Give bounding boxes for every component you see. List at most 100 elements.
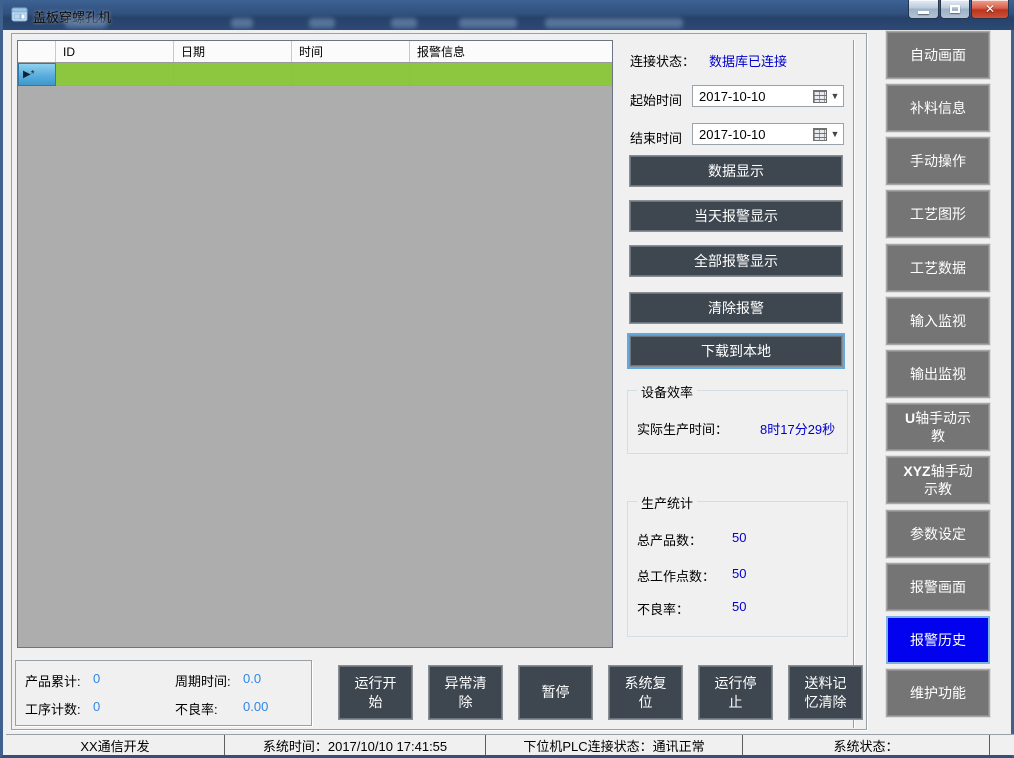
product-total-value: 0: [93, 671, 100, 686]
groupbox-title: 设备效率: [637, 382, 697, 401]
start-time-picker[interactable]: 2017-10-10 ▼: [692, 85, 844, 107]
titlebar-artifact: [545, 18, 683, 28]
end-time-picker[interactable]: 2017-10-10 ▼: [692, 123, 844, 145]
start-time-value: 2017-10-10: [699, 89, 766, 104]
status-bar: XX通信开发 系统时间：2017/10/10 17:41:55 下位机PLC连接…: [6, 734, 1014, 755]
calendar-icon: [813, 128, 827, 141]
titlebar-artifact: [459, 18, 517, 28]
nav-button-label: 输入监视: [910, 312, 966, 330]
defect-rate-label: 不良率：: [637, 599, 689, 618]
total-products-value: 50: [732, 530, 746, 545]
defect-rate-bottom-value: 0.00: [243, 699, 268, 714]
nav-button-auto-screen[interactable]: 自动画面: [886, 31, 990, 79]
app-icon: [11, 6, 28, 23]
nav-button-label: 工艺图形: [910, 205, 966, 223]
nav-button-maintenance[interactable]: 维护功能: [886, 669, 990, 717]
nav-button-parameter-setting[interactable]: 参数设定: [886, 510, 990, 558]
table-header-row: ID 日期 时间 报警信息: [18, 41, 612, 63]
nav-button-label: 自动画面: [910, 46, 966, 64]
end-time-value: 2017-10-10: [699, 127, 766, 142]
production-time-label: 实际生产时间：: [637, 419, 728, 438]
status-system-time: 系统时间：2017/10/10 17:41:55: [225, 735, 486, 755]
all-alarm-display-button[interactable]: 全部报警显示: [629, 245, 843, 277]
table-cell[interactable]: [56, 63, 174, 86]
process-count-value: 0: [93, 699, 100, 714]
today-alarm-display-button[interactable]: 当天报警显示: [629, 200, 843, 232]
nav-button-output-monitor[interactable]: 输出监视: [886, 350, 990, 398]
table-corner-cell: [18, 41, 56, 62]
maximize-icon: [950, 5, 960, 13]
nav-button-label: 输出监视: [910, 365, 966, 383]
total-products-label: 总产品数：: [637, 530, 702, 549]
titlebar-artifact: [65, 18, 107, 28]
nav-button-xyz-axis-teach[interactable]: XYZ轴手动示教: [886, 456, 990, 504]
alarm-history-table[interactable]: ID 日期 时间 报警信息 ▶*: [17, 40, 613, 648]
nav-button-process-data[interactable]: 工艺数据: [886, 244, 990, 292]
nav-button-label: 参数设定: [910, 525, 966, 543]
defect-rate-bottom-label: 不良率:: [175, 699, 218, 718]
nav-button-label: 报警历史: [910, 631, 966, 649]
nav-button-input-monitor[interactable]: 输入监视: [886, 297, 990, 345]
process-count-label: 工序计数:: [25, 699, 81, 718]
run-start-button[interactable]: 运行开始: [338, 665, 413, 720]
nav-button-process-graphic[interactable]: 工艺图形: [886, 190, 990, 238]
total-workpoints-label: 总工作点数：: [637, 566, 715, 585]
close-icon: ✕: [985, 3, 995, 15]
clear-alarm-button[interactable]: 清除报警: [629, 292, 843, 324]
new-row-indicator-icon[interactable]: ▶*: [18, 63, 56, 86]
cycle-time-label: 周期时间:: [175, 671, 231, 690]
titlebar-artifact: [309, 18, 335, 28]
window-controls: ✕: [907, 0, 1009, 20]
connection-status-label: 连接状态：: [630, 51, 695, 70]
nav-button-label: 报警画面: [910, 578, 966, 596]
column-header-alarm-info[interactable]: 报警信息: [410, 41, 612, 62]
nav-button-label: U轴手动示教: [900, 409, 976, 445]
pause-button[interactable]: 暂停: [518, 665, 593, 720]
maximize-button[interactable]: [940, 0, 970, 19]
production-time-value: 8时17分29秒: [760, 419, 835, 438]
cycle-time-value: 0.0: [243, 671, 261, 686]
nav-button-label: 手动操作: [910, 152, 966, 170]
end-time-label: 结束时间: [630, 128, 682, 147]
status-system-state: 系统状态：: [743, 735, 990, 755]
titlebar-artifact: [391, 18, 417, 28]
column-header-date[interactable]: 日期: [174, 41, 292, 62]
nav-button-label: 补料信息: [910, 99, 966, 117]
feed-memory-clear-button[interactable]: 送料记忆清除: [788, 665, 863, 720]
close-button[interactable]: ✕: [971, 0, 1009, 19]
total-workpoints-value: 50: [732, 566, 746, 581]
data-display-button[interactable]: 数据显示: [629, 155, 843, 187]
nav-button-label: 工艺数据: [910, 259, 966, 277]
run-stop-button[interactable]: 运行停止: [698, 665, 773, 720]
minimize-button[interactable]: [908, 0, 939, 19]
calendar-icon: [813, 90, 827, 103]
nav-button-alarm-screen[interactable]: 报警画面: [886, 563, 990, 611]
column-header-time[interactable]: 时间: [292, 41, 410, 62]
nav-button-refill-info[interactable]: 补料信息: [886, 84, 990, 132]
nav-button-label: 维护功能: [910, 684, 966, 702]
nav-button-u-axis-teach[interactable]: U轴手动示教: [886, 403, 990, 451]
dropdown-arrow-icon[interactable]: ▼: [827, 129, 843, 139]
status-company: XX通信开发: [6, 735, 225, 755]
nav-button-manual-operation[interactable]: 手动操作: [886, 137, 990, 185]
table-row[interactable]: ▶*: [18, 63, 612, 86]
connection-status-value: 数据库已连接: [709, 51, 787, 70]
nav-button-label: XYZ轴手动示教: [900, 462, 976, 498]
titlebar-artifact: [231, 18, 253, 28]
system-reset-button[interactable]: 系统复位: [608, 665, 683, 720]
minimize-icon: [918, 11, 929, 14]
product-total-label: 产品累计:: [25, 671, 81, 690]
table-cell[interactable]: [292, 63, 410, 86]
dropdown-arrow-icon[interactable]: ▼: [827, 91, 843, 101]
groupbox-title: 生产统计: [637, 493, 697, 512]
nav-button-alarm-history[interactable]: 报警历史: [886, 616, 990, 664]
table-cell[interactable]: [410, 63, 612, 86]
error-clear-button[interactable]: 异常清除: [428, 665, 503, 720]
download-to-local-button[interactable]: 下载到本地: [629, 335, 843, 367]
vertical-separator: [853, 40, 855, 728]
table-cell[interactable]: [174, 63, 292, 86]
start-time-label: 起始时间: [630, 90, 682, 109]
titlebar[interactable]: 盖板穿螺孔机 ✕: [3, 0, 1014, 30]
column-header-id[interactable]: ID: [56, 41, 174, 62]
app-window: 盖板穿螺孔机 ✕ ID 日期 时间 报警信息 ▶* 连接状: [0, 0, 1014, 758]
